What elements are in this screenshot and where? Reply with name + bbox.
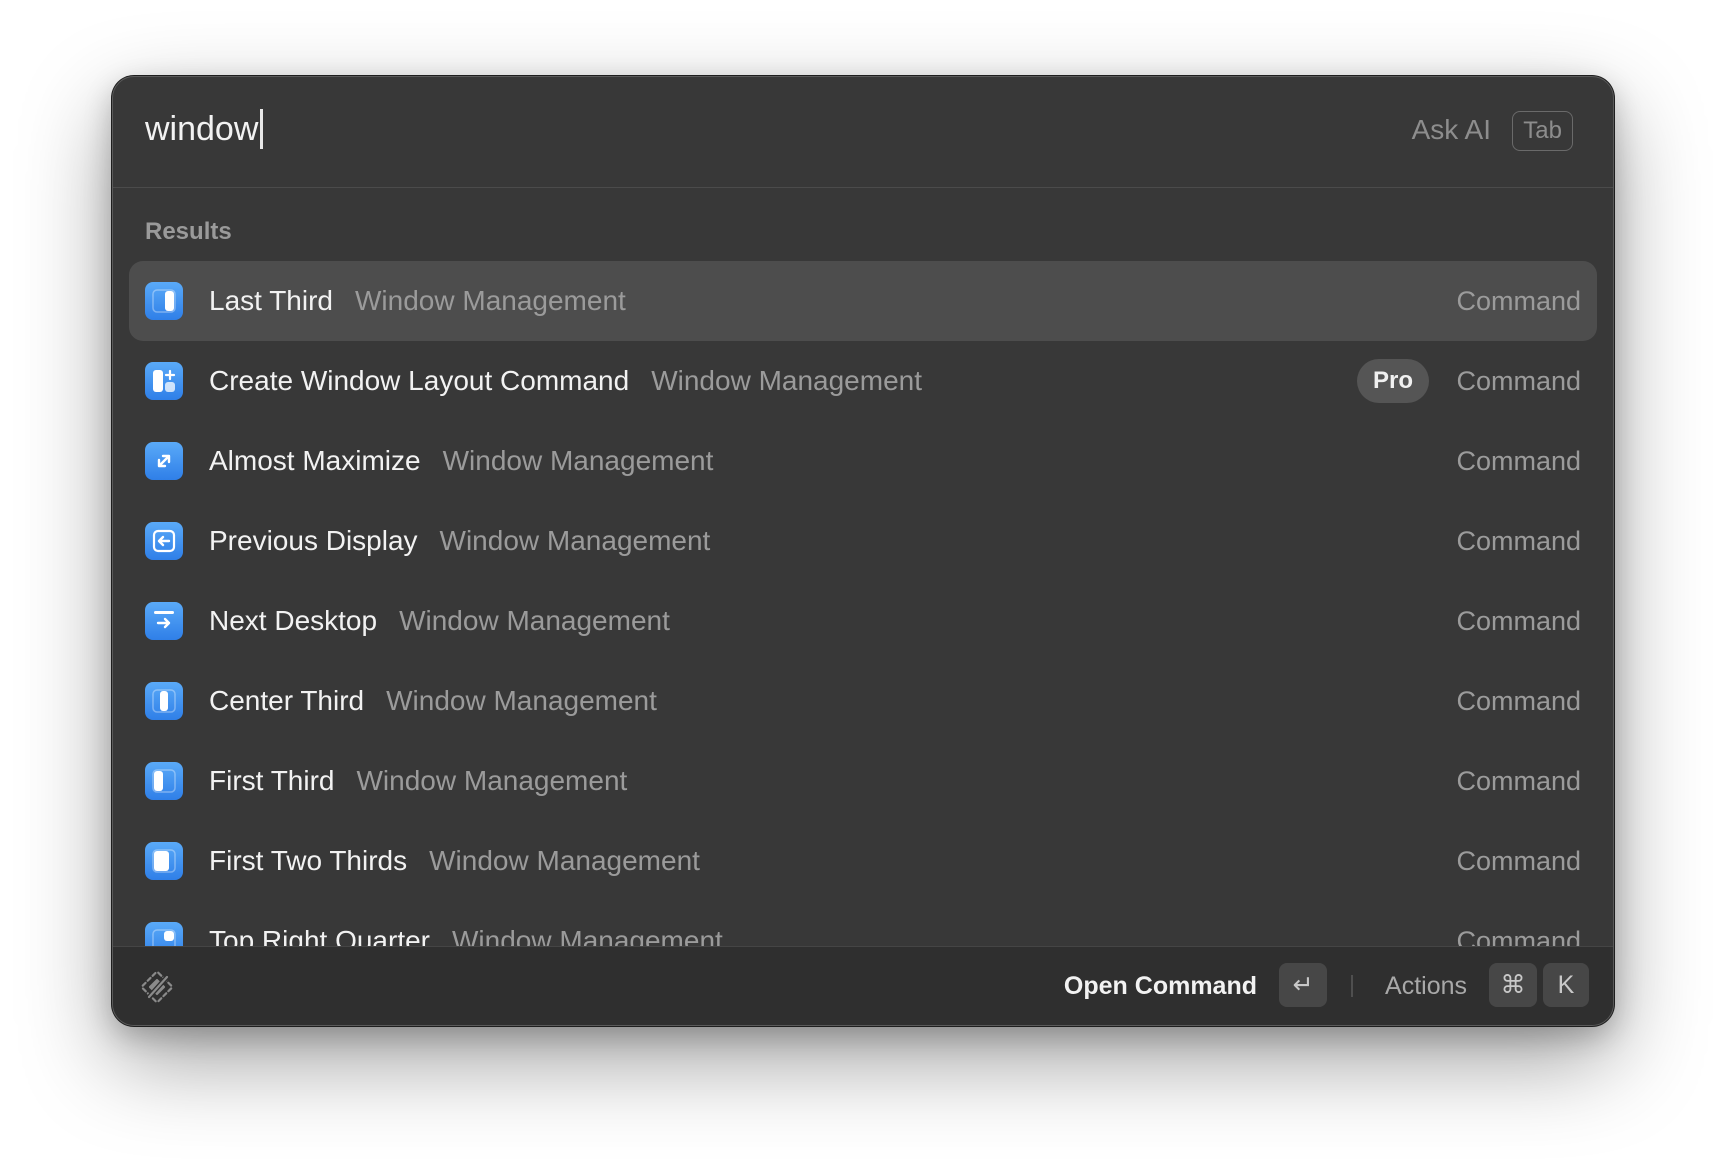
search-bar: window Ask AI Tab xyxy=(113,77,1613,188)
item-type: Command xyxy=(1456,286,1581,316)
k-key-hint: K xyxy=(1543,963,1589,1007)
item-type: Command xyxy=(1456,606,1581,636)
item-name: Create Window Layout Command xyxy=(209,365,630,396)
item-type: Command xyxy=(1456,366,1581,396)
next-desktop-icon xyxy=(145,602,183,640)
item-subtitle: Window Management xyxy=(386,685,657,716)
list-item-title: Next Desktop Window Management xyxy=(209,604,670,638)
item-name: Next Desktop xyxy=(209,605,378,636)
item-subtitle: Window Management xyxy=(356,765,628,796)
footer-divider xyxy=(1351,975,1353,997)
raycast-logo-icon[interactable] xyxy=(137,967,177,1007)
search-input[interactable]: window xyxy=(145,107,264,151)
item-subtitle: Window Management xyxy=(439,525,711,556)
list-item-title: Create Window Layout Command Window Manag… xyxy=(209,364,922,398)
item-type: Command xyxy=(1456,526,1581,556)
item-name: Previous Display xyxy=(209,525,418,556)
item-type: Command xyxy=(1456,686,1581,716)
list-item-first-third[interactable]: First Third Window Management Command xyxy=(129,741,1597,821)
list-item-title: Center Third Window Management xyxy=(209,684,657,718)
list-item-title: First Third Window Management xyxy=(209,764,627,798)
item-subtitle: Window Management xyxy=(651,365,923,396)
item-name: Last Third xyxy=(209,285,333,316)
action-bar: Open Command ↵ Actions ⌘ K xyxy=(113,946,1613,1025)
ask-ai-button[interactable]: Ask AI xyxy=(1412,113,1491,147)
item-subtitle: Window Management xyxy=(452,925,723,947)
item-subtitle: Window Management xyxy=(442,445,714,476)
list-item-center-third[interactable]: Center Third Window Management Command xyxy=(129,661,1597,741)
search-query: window xyxy=(145,110,259,148)
list-item-first-two-thirds[interactable]: First Two Thirds Window Management Comman… xyxy=(129,821,1597,901)
item-subtitle: Window Management xyxy=(355,285,626,316)
center-third-icon xyxy=(145,682,183,720)
last-third-icon xyxy=(145,282,183,320)
almost-maximize-icon xyxy=(145,442,183,480)
item-type: Command xyxy=(1456,846,1581,876)
text-caret xyxy=(260,109,264,149)
list-item-title: Previous Display Window Management xyxy=(209,524,710,558)
list-item-top-right-quarter[interactable]: Top Right Quarter Window Management Comma… xyxy=(129,901,1597,947)
list-item-create-window-layout[interactable]: Create Window Layout Command Window Manag… xyxy=(129,341,1597,421)
previous-display-icon xyxy=(145,522,183,560)
open-command-button[interactable]: Open Command xyxy=(1064,969,1257,1003)
item-name: First Third xyxy=(209,765,335,796)
item-type: Command xyxy=(1456,926,1581,947)
item-name: Almost Maximize xyxy=(209,445,421,476)
tab-key-hint: Tab xyxy=(1512,111,1573,151)
item-type: Command xyxy=(1456,766,1581,796)
list-item-title: Last Third Window Management xyxy=(209,284,626,318)
results-section-title: Results xyxy=(145,218,232,245)
enter-key-icon: ↵ xyxy=(1279,963,1327,1007)
list-item-title: Almost Maximize Window Management xyxy=(209,444,713,478)
actions-button[interactable]: Actions xyxy=(1385,969,1467,1003)
command-key-icon: ⌘ xyxy=(1489,963,1537,1007)
item-name: Center Third xyxy=(209,685,365,716)
list-item-next-desktop[interactable]: Next Desktop Window Management Command xyxy=(129,581,1597,661)
item-subtitle: Window Management xyxy=(399,605,670,636)
list-item-almost-maximize[interactable]: Almost Maximize Window Management Command xyxy=(129,421,1597,501)
list-item-title: Top Right Quarter Window Management xyxy=(209,924,723,947)
launcher-window: window Ask AI Tab Results Last Third Wind… xyxy=(112,76,1614,1026)
first-third-icon xyxy=(145,762,183,800)
item-name: Top Right Quarter xyxy=(209,925,430,947)
pro-badge: Pro xyxy=(1356,359,1429,403)
item-name: First Two Thirds xyxy=(209,845,408,876)
window-layout-icon xyxy=(145,362,183,400)
item-type: Command xyxy=(1456,446,1581,476)
list-item-previous-display[interactable]: Previous Display Window Management Comman… xyxy=(129,501,1597,581)
first-two-thirds-icon xyxy=(145,842,183,880)
item-subtitle: Window Management xyxy=(429,845,700,876)
top-right-quarter-icon xyxy=(145,922,183,947)
list-item-last-third[interactable]: Last Third Window Management Command xyxy=(129,261,1597,341)
results-list: Last Third Window Management Command Crea… xyxy=(129,261,1597,947)
list-item-title: First Two Thirds Window Management xyxy=(209,844,700,878)
